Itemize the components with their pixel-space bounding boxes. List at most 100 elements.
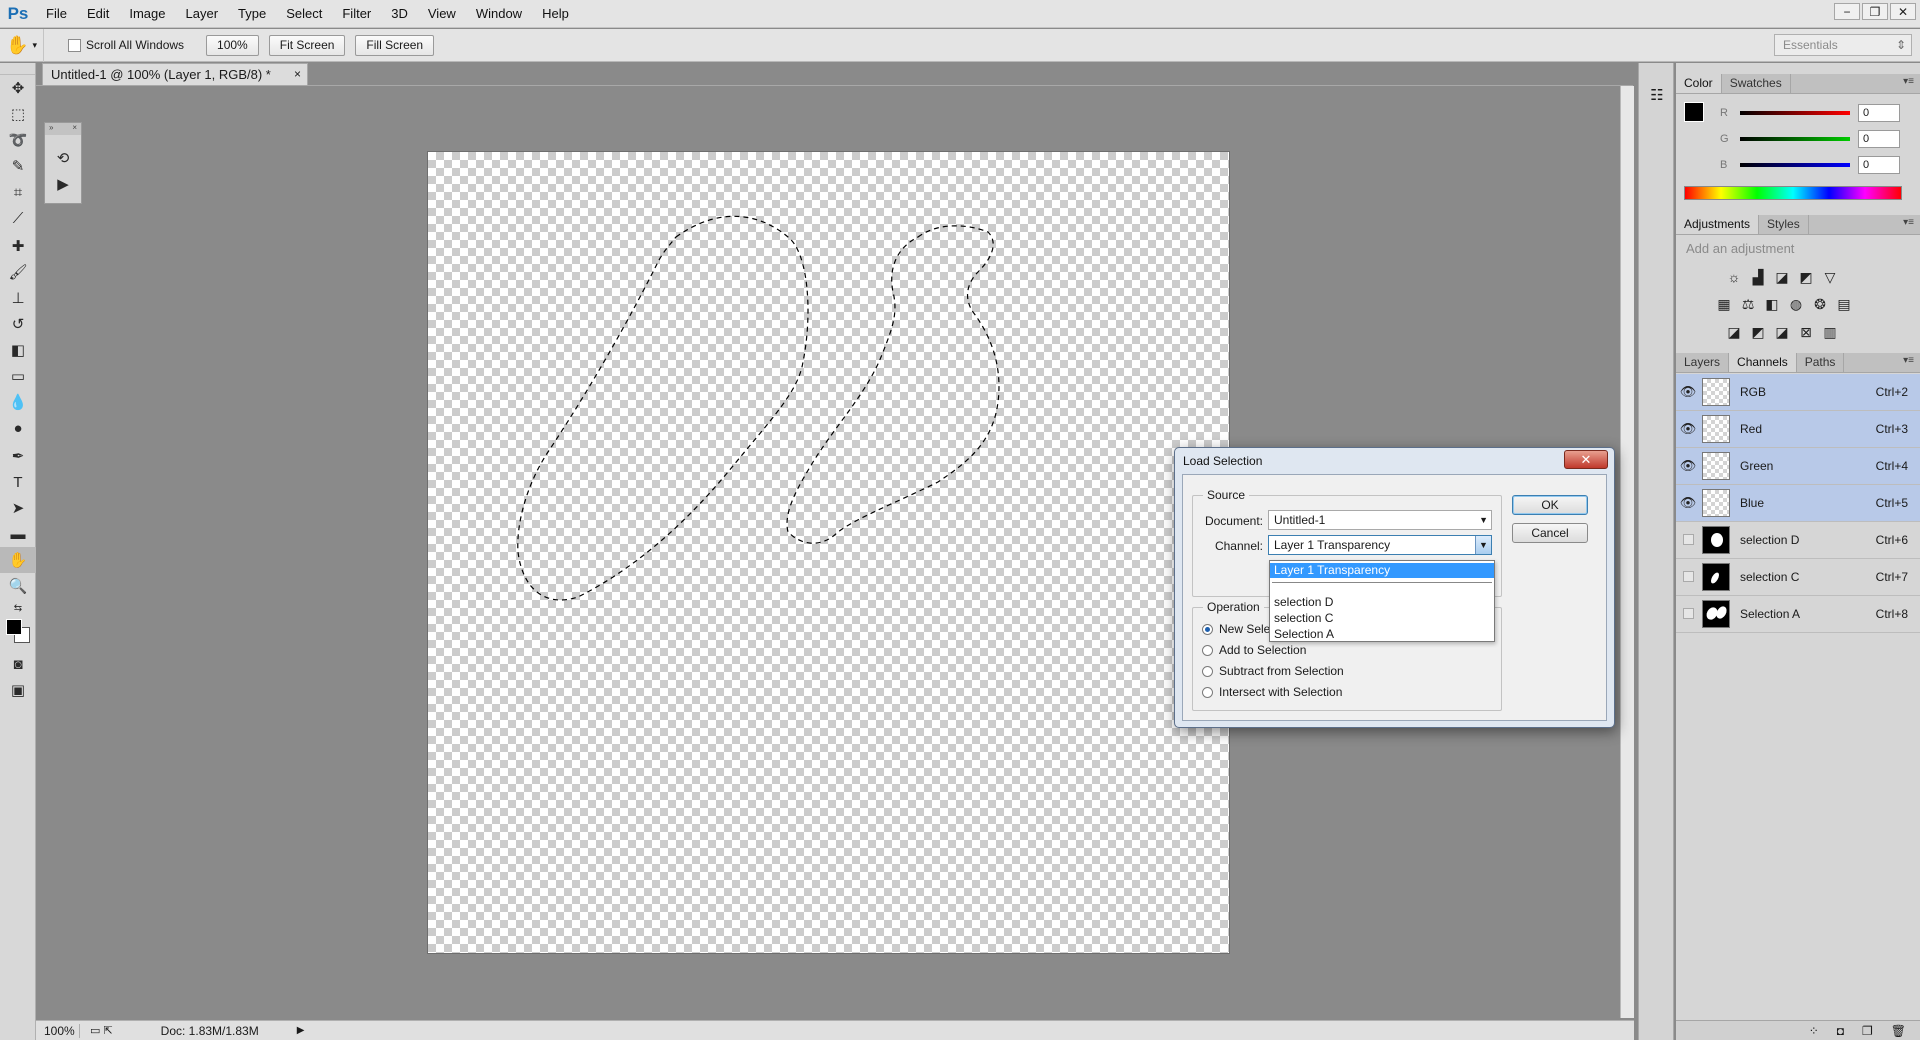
eye-icon[interactable]: 👁 <box>1676 458 1700 474</box>
hue-saturation-icon[interactable]: ▦ <box>1716 296 1732 312</box>
menu-edit[interactable]: Edit <box>77 0 119 28</box>
radio-intersect-with-selection[interactable]: Intersect with Selection <box>1202 685 1342 699</box>
quick-selection-tool-icon[interactable]: ✎ <box>0 153 36 179</box>
mini-panel-header[interactable]: » × <box>45 123 81 135</box>
zoom-tool-icon[interactable]: 🔍 <box>0 573 36 599</box>
menu-3d[interactable]: 3D <box>381 0 418 28</box>
status-icons[interactable]: ▭ ⇱ <box>90 1024 113 1037</box>
healing-brush-tool-icon[interactable]: ✚ <box>0 233 36 259</box>
dropdown-item[interactable]: selection C <box>1270 611 1494 626</box>
type-tool-icon[interactable]: T <box>0 469 36 495</box>
foreground-color-swatch[interactable] <box>6 619 22 635</box>
new-channel-icon[interactable]: ❐ <box>1862 1024 1873 1038</box>
channel-row[interactable]: 👁 Red Ctrl+3 <box>1676 411 1920 448</box>
channel-row[interactable]: Selection A Ctrl+8 <box>1676 596 1920 633</box>
fill-screen-button[interactable]: Fill Screen <box>355 34 435 56</box>
stamp-tool-icon[interactable]: ⊥ <box>0 285 36 311</box>
close-button[interactable]: ✕ <box>1890 3 1916 20</box>
vertical-scrollbar[interactable] <box>1620 86 1634 1018</box>
history-icon[interactable]: ⟲ <box>45 145 81 171</box>
menu-image[interactable]: Image <box>119 0 175 28</box>
eraser-tool-icon[interactable]: ◧ <box>0 337 36 363</box>
r-value-input[interactable]: 0 <box>1858 104 1900 122</box>
channel-select[interactable]: Layer 1 Transparency ▼ <box>1268 535 1492 555</box>
document-select[interactable]: Untitled-1 ▼ <box>1268 510 1492 530</box>
scroll-all-windows[interactable]: Scroll All Windows <box>68 38 184 52</box>
close-tab-icon[interactable]: × <box>294 64 301 85</box>
color-swatches[interactable] <box>0 617 35 651</box>
channel-row[interactable]: 👁 RGB Ctrl+2 <box>1676 374 1920 411</box>
menu-help[interactable]: Help <box>532 0 579 28</box>
play-action-icon[interactable]: ▶ <box>45 171 81 197</box>
channel-row[interactable]: selection C Ctrl+7 <box>1676 559 1920 596</box>
panel-menu-icon[interactable]: ▾≡ <box>1903 355 1914 366</box>
tab-adjustments[interactable]: Adjustments <box>1676 215 1760 234</box>
gradient-map-icon[interactable]: ▥ <box>1822 324 1838 340</box>
tab-layers[interactable]: Layers <box>1676 353 1730 372</box>
menu-filter[interactable]: Filter <box>332 0 381 28</box>
channel-row[interactable]: 👁 Green Ctrl+4 <box>1676 448 1920 485</box>
exposure-icon[interactable]: ◩ <box>1798 269 1814 285</box>
panel-menu-icon[interactable]: ▾≡ <box>1903 217 1914 228</box>
visibility-toggle[interactable] <box>1676 533 1700 548</box>
channel-mixer-icon[interactable]: ❂ <box>1812 296 1828 312</box>
tab-swatches[interactable]: Swatches <box>1722 74 1791 93</box>
status-zoom[interactable]: 100% <box>36 1023 80 1038</box>
lasso-tool-icon[interactable]: ➰ <box>0 127 36 153</box>
color-spectrum-ramp[interactable] <box>1684 186 1902 200</box>
workspace-select[interactable]: Essentials ⇕ <box>1774 34 1912 56</box>
minimize-button[interactable]: − <box>1834 3 1860 20</box>
dodge-tool-icon[interactable]: ● <box>0 415 36 441</box>
eye-icon[interactable]: 👁 <box>1676 495 1700 511</box>
tab-paths[interactable]: Paths <box>1797 353 1845 372</box>
swap-colors-icon[interactable]: ⇆ <box>0 599 36 617</box>
radio-add-to-selection[interactable]: Add to Selection <box>1202 643 1306 657</box>
visibility-toggle[interactable] <box>1676 570 1700 585</box>
color-lookup-icon[interactable]: ▤ <box>1836 296 1852 312</box>
quick-mask-icon[interactable]: ◙ <box>0 651 36 677</box>
g-slider[interactable] <box>1740 137 1850 141</box>
vibrance-icon[interactable]: ▽ <box>1822 269 1838 285</box>
threshold-icon[interactable]: ◪ <box>1774 324 1790 340</box>
selective-color-icon[interactable]: ⊠ <box>1798 324 1814 340</box>
r-slider[interactable] <box>1740 111 1850 115</box>
ok-button[interactable]: OK <box>1512 495 1588 515</box>
visibility-toggle[interactable] <box>1676 607 1700 622</box>
channel-row[interactable]: selection D Ctrl+6 <box>1676 522 1920 559</box>
radio-button[interactable] <box>1202 686 1213 698</box>
brush-tool-icon[interactable]: 🖌 <box>0 259 36 285</box>
eye-icon[interactable]: 👁 <box>1676 384 1700 400</box>
save-selection-as-channel-icon[interactable]: ◘ <box>1837 1024 1844 1038</box>
menu-view[interactable]: View <box>418 0 466 28</box>
menu-window[interactable]: Window <box>466 0 532 28</box>
eye-icon[interactable]: 👁 <box>1676 421 1700 437</box>
scroll-all-windows-checkbox[interactable] <box>68 38 81 52</box>
radio-new-selection[interactable]: New Sele <box>1202 622 1270 636</box>
color-balance-icon[interactable]: ⚖ <box>1740 296 1756 312</box>
screen-mode-icon[interactable]: ▣ <box>0 677 36 703</box>
path-selection-tool-icon[interactable]: ➤ <box>0 495 36 521</box>
dropdown-item[interactable]: selection D <box>1270 595 1494 610</box>
radio-button[interactable] <box>1202 644 1213 656</box>
tab-styles[interactable]: Styles <box>1759 215 1809 234</box>
brightness-icon[interactable]: ☼ <box>1726 269 1742 285</box>
crop-tool-icon[interactable]: ⌗ <box>0 179 36 205</box>
toolbar-grip[interactable] <box>0 63 35 75</box>
properties-icon[interactable]: ☷ <box>1639 81 1675 109</box>
cancel-button[interactable]: Cancel <box>1512 523 1588 543</box>
photo-filter-icon[interactable]: ◍ <box>1788 296 1804 312</box>
marquee-tool-icon[interactable]: ⬚ <box>0 101 36 127</box>
blur-tool-icon[interactable]: 💧 <box>0 389 36 415</box>
eyedropper-tool-icon[interactable]: ⟋ <box>0 205 36 231</box>
pen-tool-icon[interactable]: ✒ <box>0 443 36 469</box>
radio-button[interactable] <box>1202 623 1213 635</box>
color-foreground-swatch[interactable] <box>1684 102 1704 122</box>
canvas[interactable] <box>428 152 1229 953</box>
tab-channels[interactable]: Channels <box>1729 353 1797 372</box>
b-slider[interactable] <box>1740 163 1850 167</box>
menu-file[interactable]: File <box>36 0 77 28</box>
menu-type[interactable]: Type <box>228 0 276 28</box>
radio-button[interactable] <box>1202 665 1213 677</box>
rectangle-tool-icon[interactable]: ▬ <box>0 521 36 547</box>
levels-icon[interactable]: ▟ <box>1750 269 1766 285</box>
